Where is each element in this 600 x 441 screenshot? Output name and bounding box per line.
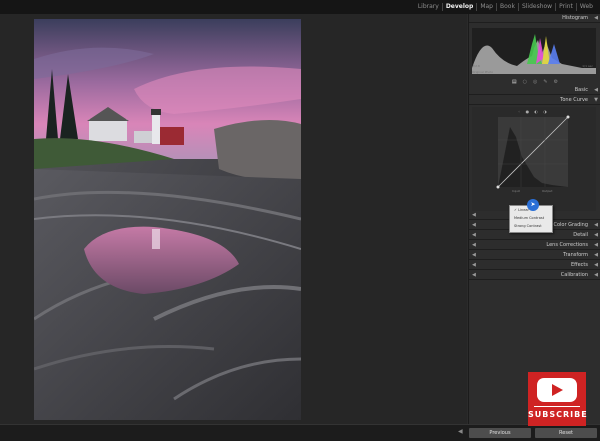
menu-item-strong-contrast[interactable]: Strong Contrast: [510, 222, 552, 230]
module-book[interactable]: Book: [496, 3, 518, 11]
brush-icon[interactable]: ✎: [543, 79, 547, 85]
module-develop[interactable]: Develop: [441, 3, 477, 11]
collapse-icon: ◀: [472, 272, 476, 278]
lens-corrections-title: Lens Corrections: [546, 242, 588, 248]
calibration-title: Calibration: [560, 272, 588, 278]
collapse-icon: ◀: [594, 242, 598, 248]
curve-input-label: Input: [512, 189, 520, 193]
module-print[interactable]: Print: [555, 3, 576, 11]
cursor-icon: ➤: [527, 199, 539, 211]
collapse-icon: ◀: [594, 222, 598, 228]
detail-title: Detail: [573, 232, 588, 238]
module-library[interactable]: Library: [415, 3, 442, 11]
collapse-icon: ◀: [594, 15, 598, 21]
collapse-filmstrip-icon[interactable]: ◀: [458, 428, 463, 435]
reset-button[interactable]: Reset: [535, 428, 597, 438]
transform-title: Transform: [563, 252, 588, 258]
collapse-icon: ◀: [472, 242, 476, 248]
gear-icon[interactable]: ⚙: [554, 79, 558, 85]
basic-title: Basic: [574, 87, 588, 93]
expand-icon: ◀: [472, 212, 476, 218]
crop-icon[interactable]: ▤: [512, 79, 517, 85]
collapse-icon: ◀: [594, 232, 598, 238]
original-photo-label: Original Photo: [472, 70, 494, 74]
menu-item-medium-contrast[interactable]: Medium Contrast: [510, 214, 552, 222]
effects-title: Effects: [571, 262, 588, 268]
tool-strip: ▤ ○ ◎ ✎ ⚙: [469, 78, 600, 86]
module-picker: Library Develop Map Book Slideshow Print…: [0, 0, 600, 14]
expand-icon: ▼: [594, 97, 598, 103]
tone-curve-title: Tone Curve: [560, 97, 588, 103]
curve-output-label: Output: [542, 189, 553, 193]
aperture-value: f/2.8: [473, 64, 480, 68]
color-grading-title: Color Grading: [553, 222, 588, 228]
collapse-icon: ◀: [472, 252, 476, 258]
image-view: [0, 14, 467, 424]
collapse-icon: ◀: [594, 87, 598, 93]
play-icon: [537, 378, 577, 402]
transform-header[interactable]: ◀ Transform ◀: [469, 251, 600, 260]
calibration-header[interactable]: ◀ Calibration ◀: [469, 271, 600, 280]
collapse-icon: ◀: [594, 262, 598, 268]
collapse-icon: ◀: [472, 232, 476, 238]
curve-channel-icons[interactable]: ◦ ● ◐ ◑: [518, 109, 549, 114]
lens-corrections-header[interactable]: ◀ Lens Corrections ◀: [469, 241, 600, 250]
basic-header[interactable]: Basic ◀: [469, 86, 600, 95]
divider: [534, 406, 580, 407]
collapse-icon: ◀: [472, 262, 476, 268]
photo-preview[interactable]: [34, 19, 301, 420]
collapse-icon: ◀: [472, 222, 476, 228]
previous-button[interactable]: Previous: [469, 428, 531, 438]
camera-info: f/2.8 1/1 sec: [473, 64, 593, 68]
check-icon: ✓: [514, 208, 517, 212]
red-eye-icon[interactable]: ◎: [533, 79, 537, 85]
module-slideshow[interactable]: Slideshow: [517, 3, 555, 11]
tone-curve-header[interactable]: Tone Curve ▼: [469, 96, 600, 105]
module-web[interactable]: Web: [575, 3, 596, 11]
collapse-icon: ◀: [594, 252, 598, 258]
module-map[interactable]: Map: [476, 3, 496, 11]
subscribe-label: SUBSCRIBE: [528, 410, 588, 419]
collapse-icon: ◀: [594, 272, 598, 278]
histogram-header[interactable]: Histogram ◀: [469, 14, 600, 23]
bottom-toolbar: ◀ Previous Reset: [0, 424, 600, 441]
shutter-value: 1/1 sec: [582, 64, 593, 68]
histogram-title: Histogram: [562, 15, 588, 21]
effects-header[interactable]: ◀ Effects ◀: [469, 261, 600, 270]
subscribe-overlay[interactable]: SUBSCRIBE: [528, 372, 588, 426]
spot-removal-icon[interactable]: ○: [523, 79, 527, 85]
